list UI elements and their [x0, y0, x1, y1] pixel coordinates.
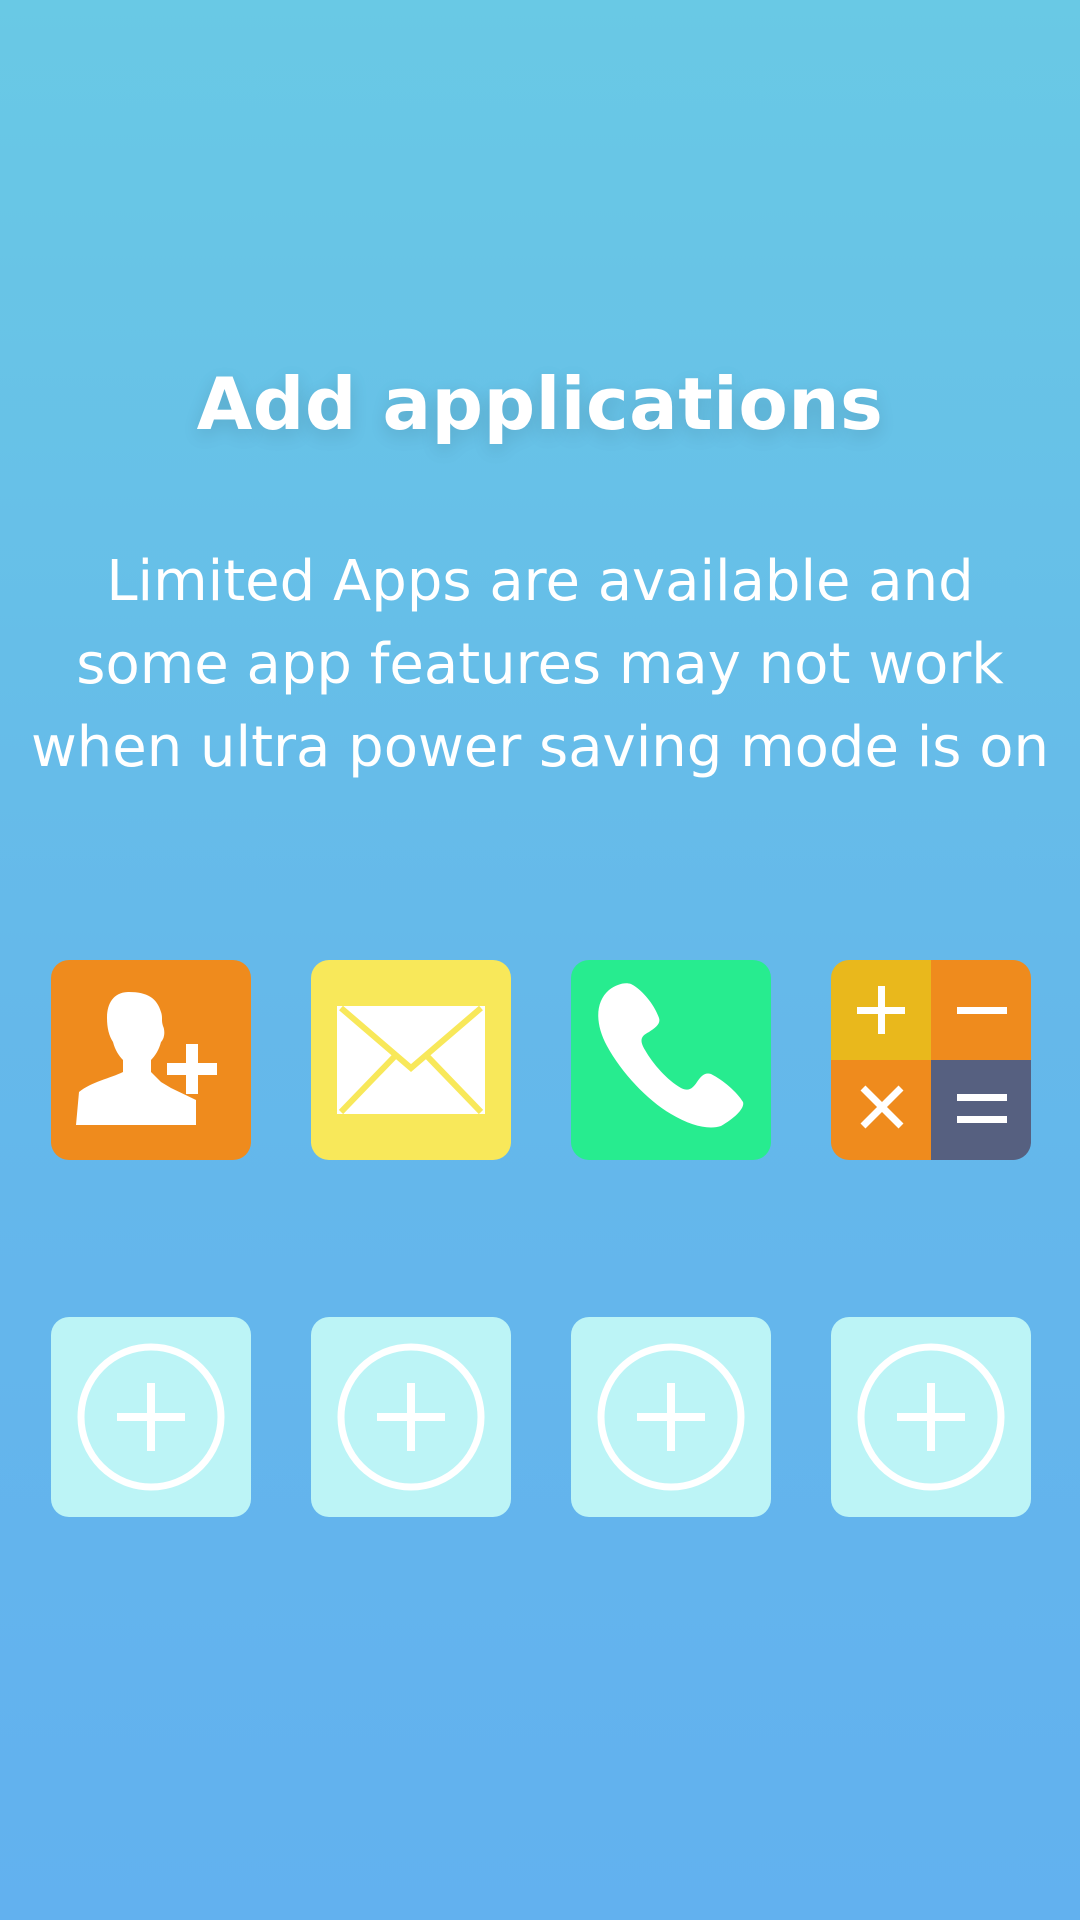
envelope-icon [337, 1005, 485, 1115]
add-app-slot-3[interactable] [571, 1317, 771, 1517]
add-circle-icon [857, 1343, 1005, 1491]
phone-icon [598, 983, 744, 1128]
page-title: Add applications [196, 362, 884, 446]
description-line-1: Limited Apps are available and [106, 549, 974, 614]
app-tile-phone[interactable] [571, 960, 771, 1160]
add-contact-icon [76, 992, 217, 1125]
app-tile-add-contact[interactable] [51, 960, 251, 1160]
add-app-slot-4[interactable] [831, 1317, 1031, 1517]
add-circle-icon [597, 1343, 745, 1491]
description: Limited Apps are available and some app … [0, 540, 1080, 789]
app-tile-email[interactable] [311, 960, 511, 1160]
description-line-2: some app features may not work [76, 632, 1004, 697]
app-tile-calculator[interactable] [831, 960, 1031, 1160]
add-app-slot-2[interactable] [311, 1317, 511, 1517]
add-circle-icon [337, 1343, 485, 1491]
calculator-icon [831, 960, 1031, 1160]
add-circle-icon [77, 1343, 225, 1491]
description-line-3: when ultra power saving mode is on [30, 715, 1049, 780]
add-app-slot-1[interactable] [51, 1317, 251, 1517]
